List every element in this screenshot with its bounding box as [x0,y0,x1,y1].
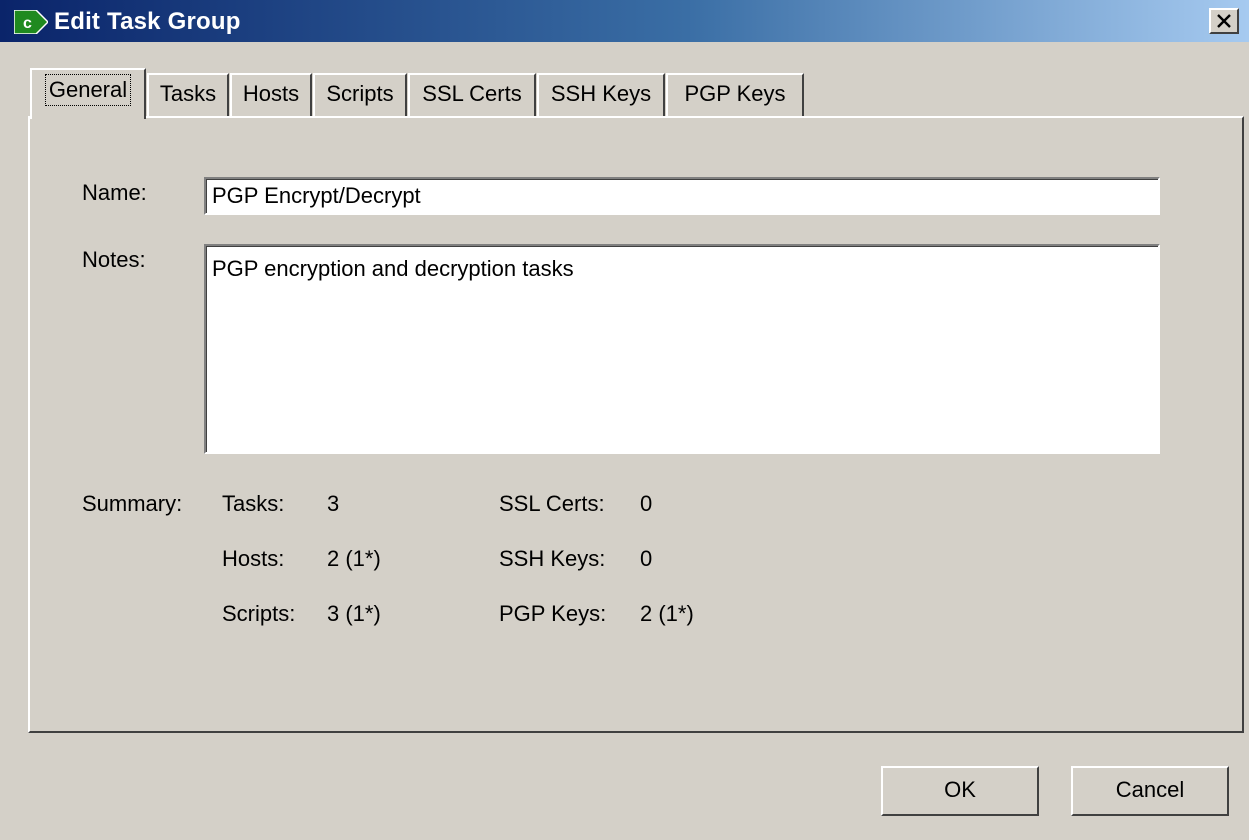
summary-tasks-value: 3 [327,491,340,516]
tab-hosts[interactable]: Hosts [230,73,312,117]
tab-label: Hosts [242,81,300,106]
tab-ssh-keys[interactable]: SSH Keys [537,73,665,117]
tab-label: General [44,74,132,106]
summary-label: Summary: [82,491,183,516]
close-icon [1217,14,1231,28]
svg-text:c: c [23,15,32,32]
general-tab-panel: Name: PGP Encrypt/Decrypt Notes: PGP enc… [28,116,1244,733]
summary-pgp-label: PGP Keys: [499,601,607,626]
summary-ssh-value: 0 [640,546,653,571]
tab-label: SSH Keys [550,81,652,106]
notes-field[interactable]: PGP encryption and decryption tasks [204,244,1160,454]
summary-ssh-label: SSH Keys: [499,546,606,571]
summary-pgp-value: 2 (1*) [640,601,694,626]
name-label: Name: [82,180,147,205]
tab-scripts[interactable]: Scripts [313,73,407,117]
notes-label: Notes: [82,247,146,272]
tab-general[interactable]: General [30,68,146,119]
summary-ssl-label: SSL Certs: [499,491,605,516]
tab-ssl-certs[interactable]: SSL Certs [408,73,536,117]
ok-button[interactable]: OK [881,766,1039,816]
title-bar: c Edit Task Group [0,0,1249,42]
tab-tasks[interactable]: Tasks [147,73,229,117]
cancel-button[interactable]: Cancel [1071,766,1229,816]
close-button[interactable] [1209,8,1239,34]
tab-label: Scripts [326,81,394,106]
summary-hosts-value: 2 (1*) [327,546,381,571]
tab-label: Tasks [159,81,217,106]
window-title: Edit Task Group [54,8,241,35]
name-field[interactable]: PGP Encrypt/Decrypt [204,177,1160,215]
summary-tasks-label: Tasks: [222,491,285,516]
tab-label: PGP Keys [684,81,786,106]
tab-pgp-keys[interactable]: PGP Keys [666,73,804,117]
summary-hosts-label: Hosts: [222,546,285,571]
app-c-arrow-icon: c [14,10,48,34]
summary-ssl-value: 0 [640,491,653,516]
summary-scripts-label: Scripts: [222,601,296,626]
tab-label: SSL Certs [422,81,522,106]
summary-scripts-value: 3 (1*) [327,601,381,626]
